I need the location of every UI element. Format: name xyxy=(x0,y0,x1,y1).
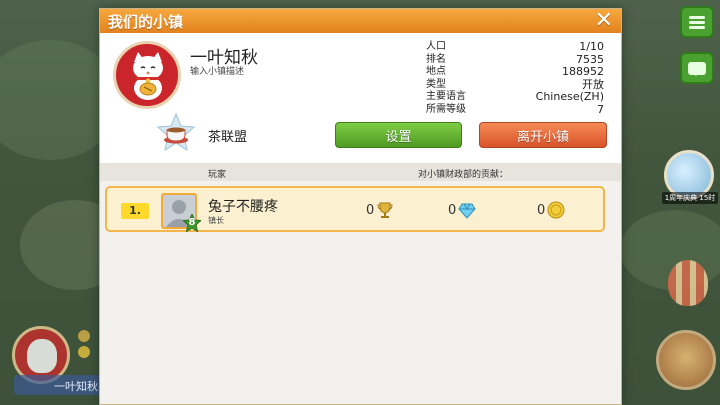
member-rank: 1. xyxy=(121,203,149,219)
town-description[interactable]: 输入小镇描述 xyxy=(190,64,244,77)
stat-required-level: 所需等级 7 xyxy=(426,102,604,116)
chat-icon xyxy=(688,61,706,76)
stat-population: 人口 1/10 xyxy=(426,40,604,53)
coin-icon xyxy=(78,346,90,358)
coin-contribution: 0 xyxy=(537,201,565,219)
house-icon[interactable] xyxy=(656,330,716,390)
menu-button[interactable] xyxy=(680,6,714,38)
diamond-contribution: 0 xyxy=(448,201,476,219)
member-role: 镇长 xyxy=(208,216,224,225)
coin-count: 0 xyxy=(537,202,546,218)
leave-town-button[interactable]: 离开小镇 xyxy=(479,122,607,148)
trophy-icon xyxy=(377,202,393,218)
member-table-header: 玩家 对小镇财政部的贡献： xyxy=(100,163,621,181)
level-star-badge: 8 xyxy=(181,212,203,233)
member-name: 兔子不腰疼 xyxy=(208,199,278,215)
dialog-header: 我们的小镇 ✕ xyxy=(100,9,621,33)
chat-button[interactable] xyxy=(680,52,714,84)
close-icon[interactable]: ✕ xyxy=(595,10,613,32)
trophy-icon xyxy=(78,330,90,342)
alliance-tea-icon xyxy=(156,113,196,152)
trophy-contribution: 0 xyxy=(366,201,394,219)
town-stats: 人口 1/10 排名 7535 地点 188952 类型 开放 主要语言 Chi… xyxy=(426,40,604,116)
event-timer-label: 1周年庆典 15时 xyxy=(662,192,718,204)
stat-language: 主要语言 Chinese(ZH) xyxy=(426,90,604,103)
column-player: 玩家 xyxy=(208,170,227,180)
alliance-name[interactable]: 茶联盟 xyxy=(208,126,247,145)
lucky-cat-icon xyxy=(133,52,163,100)
coin-icon xyxy=(547,201,565,219)
member-level: 8 xyxy=(188,217,196,228)
town-info-panel: 一叶知秋 输入小镇描述 人口 1/10 排名 7535 地点 188952 类型… xyxy=(100,33,621,163)
table-row[interactable]: 1. 8 兔子不腰疼 镇长 0 0 0 xyxy=(105,186,605,233)
hot-air-balloon-icon[interactable] xyxy=(668,260,708,306)
dialog-title: 我们的小镇 xyxy=(108,12,184,31)
list-icon xyxy=(689,14,705,31)
diamond-icon xyxy=(458,203,476,219)
settings-button[interactable]: 设置 xyxy=(335,122,462,148)
town-dialog: 我们的小镇 ✕ 一叶知秋 输入小镇描述 人口 1/10 排名 7535 地点 1… xyxy=(99,8,622,405)
column-contribution: 对小镇财政部的贡献： xyxy=(418,170,509,180)
stat-location: 地点 188952 xyxy=(426,65,604,78)
town-avatar[interactable] xyxy=(113,41,181,109)
diamond-count: 0 xyxy=(448,202,457,218)
trophy-count: 0 xyxy=(366,202,375,218)
player-name-tag: 一叶知秋 xyxy=(14,375,104,395)
